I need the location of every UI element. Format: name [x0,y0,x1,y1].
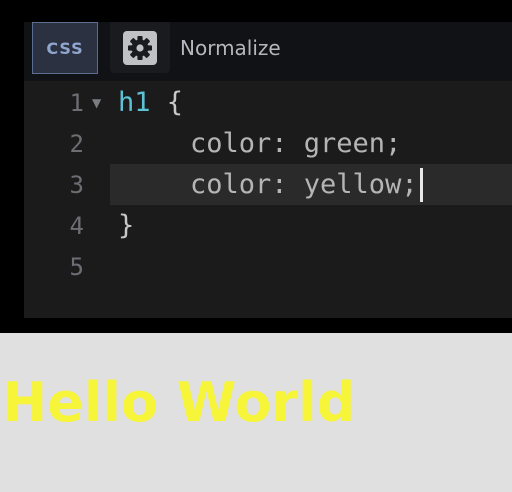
settings-button[interactable] [110,22,170,73]
preview-heading: Hello World [2,371,356,434]
line-number: 3 [69,170,84,199]
code-line-5: 5 [24,246,512,287]
code-line-content-active[interactable]: color: yellow; [110,164,512,205]
css-declaration: color: green; [190,128,402,159]
line-number: 4 [69,211,84,240]
open-brace: { [150,87,184,118]
text-cursor [419,167,423,202]
code-line-content[interactable]: color: green; [110,123,512,164]
line-number: 2 [69,129,84,158]
preview-pane: Hello World [0,333,512,492]
editor-frame: CSS Normalize 1 ▼ h1 {2 color: green; 3… [0,0,512,333]
css-language-tab[interactable]: CSS [32,22,98,74]
gear-icon [122,30,158,66]
normalize-label[interactable]: Normalize [180,22,281,74]
fold-arrow-icon[interactable]: ▼ [92,82,101,123]
code-line-2: 2 color: green; [24,123,512,164]
css-selector: h1 [118,87,151,118]
code-line-1: 1 ▼ h1 { [24,82,512,123]
close-brace: } [118,210,135,241]
code-line-4: 4 } [24,205,512,246]
css-declaration: color: yellow; [190,169,418,200]
code-line-content[interactable] [110,246,512,287]
code-area[interactable]: 1 ▼ h1 { 2 color: green; 3 color: yellow… [24,81,512,318]
code-line-3: 3 color: yellow; [24,164,512,205]
css-editor-panel: CSS Normalize 1 ▼ h1 {2 color: green; 3… [24,22,512,318]
code-line-content[interactable]: h1 { [110,82,512,123]
line-number: 5 [69,252,84,281]
line-number: 1 [69,88,84,117]
editor-toolbar: CSS Normalize [24,22,512,81]
code-line-content[interactable]: } [110,205,512,246]
